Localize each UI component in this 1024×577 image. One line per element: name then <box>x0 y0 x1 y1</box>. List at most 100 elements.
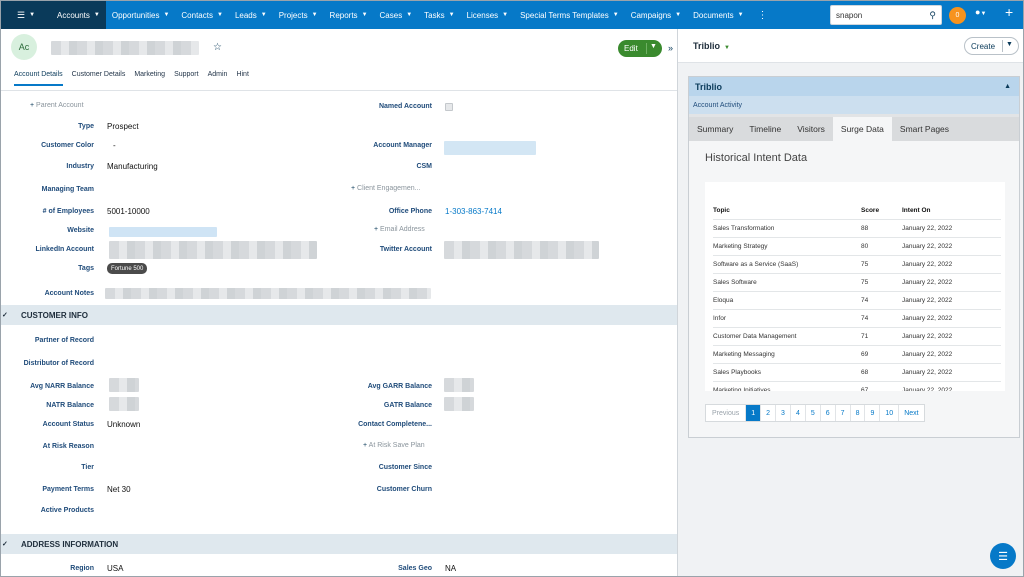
linkedin-label: LinkedIn Account <box>35 246 94 253</box>
tab-admin[interactable]: Admin <box>208 71 228 86</box>
nav-item-projects[interactable]: Projects ▼ <box>273 1 324 29</box>
cell-intent-on: January 22, 2022 <box>902 279 953 286</box>
collapse-pane-icon[interactable]: » <box>668 43 673 53</box>
chevron-down-icon[interactable]: ▼ <box>650 43 657 50</box>
account-status-label: Account Status <box>42 421 94 428</box>
tab-visitors[interactable]: Visitors <box>789 117 833 141</box>
collapse-chevron-icon: ✓ <box>2 312 8 319</box>
nav-item-special-terms-templates[interactable]: Special Terms Templates ▼ <box>514 1 625 29</box>
parent-account-field[interactable]: + Parent Account <box>30 102 84 109</box>
tab-account-details[interactable]: Account Details <box>14 71 63 86</box>
nav-item-documents[interactable]: Documents ▼ <box>687 1 749 29</box>
office-phone-link[interactable]: 1-303-863-7414 <box>445 207 502 216</box>
cell-score: 75 <box>861 261 869 268</box>
parent-account-placeholder: Parent Account <box>36 102 84 109</box>
sidebar-title-dropdown[interactable]: Triblio ▼ <box>693 41 730 51</box>
plus-icon: + <box>351 185 356 192</box>
table-row[interactable]: Infor 74 January 22, 2022 <box>713 310 1001 328</box>
pager-page-button[interactable]: 9 <box>865 405 881 421</box>
address-info-section-header[interactable]: ✓ ADDRESS INFORMATION <box>1 534 677 554</box>
create-button[interactable]: Create ▼ <box>964 37 1019 55</box>
nav-item-contacts[interactable]: Contacts ▼ <box>175 1 229 29</box>
nav-item-reports[interactable]: Reports ▼ <box>324 1 374 29</box>
intent-data-table[interactable]: Topic Score Intent On Sales Transformati… <box>705 182 1005 391</box>
nav-item-leads[interactable]: Leads ▼ <box>229 1 273 29</box>
table-row[interactable]: Software as a Service (SaaS) 75 January 22… <box>713 256 1001 274</box>
pager-page-button[interactable]: 8 <box>851 405 866 421</box>
avg-narr-label: Avg NARR Balance <box>30 383 94 390</box>
record-view: Ac ☆ Edit ▼ » Account Details Customer D… <box>1 29 677 576</box>
avatar-initials: Ac <box>18 42 30 52</box>
tab-support[interactable]: Support <box>174 71 199 86</box>
notification-badge[interactable]: 0 <box>949 7 966 24</box>
pager-page-button[interactable]: 3 <box>776 405 791 421</box>
pagination: Previous 1 2 3 4 5 6 7 8 9 10 Next <box>705 404 925 422</box>
favorite-star-icon[interactable]: ☆ <box>213 42 222 53</box>
tab-surge-data[interactable]: Surge Data <box>832 117 892 141</box>
global-search-input[interactable]: snapon ⚲ <box>830 5 942 25</box>
chevron-down-icon: ▼ <box>502 12 509 18</box>
more-menu-icon[interactable]: ⋮ <box>750 10 776 21</box>
nav-item-accounts[interactable]: Accounts ▼ <box>51 1 106 29</box>
named-account-checkbox[interactable] <box>445 103 453 111</box>
chevron-down-icon: ▼ <box>980 11 987 17</box>
cell-topic: Marketing Initiatives <box>713 387 771 391</box>
pager-page-button[interactable]: 10 <box>880 405 900 421</box>
pager-page-button[interactable]: 4 <box>791 405 806 421</box>
chevron-down-icon[interactable]: ▼ <box>1006 41 1013 48</box>
pager-page-button[interactable]: 7 <box>836 405 851 421</box>
nav-item-tasks[interactable]: Tasks ▼ <box>418 1 460 29</box>
email-address-field[interactable]: + Email Address <box>374 226 425 233</box>
region-label: Region <box>70 565 94 572</box>
at-risk-save-plan-field[interactable]: + At Risk Save Plan <box>363 442 425 449</box>
pager-previous-button[interactable]: Previous <box>706 405 747 421</box>
dashlet-tabs: Summary Timeline Visitors Surge Data Sma… <box>689 117 1019 141</box>
pager-next-button[interactable]: Next <box>899 405 923 421</box>
distributor-of-record-label: Distributor of Record <box>23 360 94 367</box>
customer-info-section-header[interactable]: ✓ CUSTOMER INFO <box>1 305 677 325</box>
quick-create-plus-icon[interactable]: + <box>1005 4 1013 20</box>
nav-item-opportunities[interactable]: Opportunities ▼ <box>106 1 176 29</box>
linkedin-value-redacted[interactable] <box>109 241 317 259</box>
office-phone-label: Office Phone <box>388 208 432 215</box>
floating-menu-button[interactable]: ☰ <box>990 543 1016 569</box>
account-manager-redacted[interactable] <box>444 141 536 155</box>
pager-page-button[interactable]: 5 <box>806 405 821 421</box>
dashlet-header[interactable]: Triblio ▲ <box>689 77 1019 96</box>
tab-smart-pages[interactable]: Smart Pages <box>892 117 957 141</box>
nav-item-licenses[interactable]: Licenses ▼ <box>461 1 515 29</box>
tab-summary[interactable]: Summary <box>689 117 741 141</box>
edit-button[interactable]: Edit ▼ <box>618 40 662 57</box>
table-row[interactable]: Sales Transformation 88 January 22, 2022 <box>713 220 1001 238</box>
tab-timeline[interactable]: Timeline <box>741 117 789 141</box>
column-header-intent-on: Intent On <box>902 207 931 214</box>
tag-badge[interactable]: Fortune 500 <box>107 263 148 274</box>
cell-topic: Software as a Service (SaaS) <box>713 261 799 268</box>
tab-hint[interactable]: Hint <box>236 71 248 86</box>
tab-customer-details[interactable]: Customer Details <box>72 71 126 86</box>
user-menu-button[interactable]: ●▼ <box>975 7 986 17</box>
website-value-redacted[interactable] <box>109 227 217 237</box>
chevron-up-icon[interactable]: ▲ <box>1004 83 1011 90</box>
table-row[interactable]: Marketing Strategy 80 January 22, 2022 <box>713 238 1001 256</box>
nav-label: Special Terms Templates <box>520 10 609 20</box>
table-row[interactable]: Marketing Initiatives 67 January 22, 2022 <box>713 382 1001 391</box>
table-row[interactable]: Customer Data Management 71 January 22, 20… <box>713 328 1001 346</box>
table-row[interactable]: Eloqua 74 January 22, 2022 <box>713 292 1001 310</box>
divider <box>646 43 647 54</box>
client-engagement-field[interactable]: + Client Engagemen... <box>351 185 420 192</box>
table-row[interactable]: Sales Software 75 January 22, 2022 <box>713 274 1001 292</box>
nav-item-campaigns[interactable]: Campaigns ▼ <box>625 1 687 29</box>
tab-marketing[interactable]: Marketing <box>134 71 165 86</box>
search-icon[interactable]: ⚲ <box>929 10 936 21</box>
table-row[interactable]: Marketing Messaging 69 January 22, 2022 <box>713 346 1001 364</box>
logo-menu-button[interactable]: ☰ ▼ <box>1 1 51 29</box>
pager-page-button[interactable]: 6 <box>821 405 836 421</box>
table-row[interactable]: Sales Playbooks 68 January 22, 2022 <box>713 364 1001 382</box>
nav-item-cases[interactable]: Cases ▼ <box>374 1 419 29</box>
pager-page-button[interactable]: 1 <box>746 405 762 421</box>
twitter-value-redacted[interactable] <box>444 241 599 259</box>
pager-page-button[interactable]: 2 <box>761 405 777 421</box>
column-header-topic: Topic <box>713 207 730 214</box>
cell-intent-on: January 22, 2022 <box>902 225 953 232</box>
